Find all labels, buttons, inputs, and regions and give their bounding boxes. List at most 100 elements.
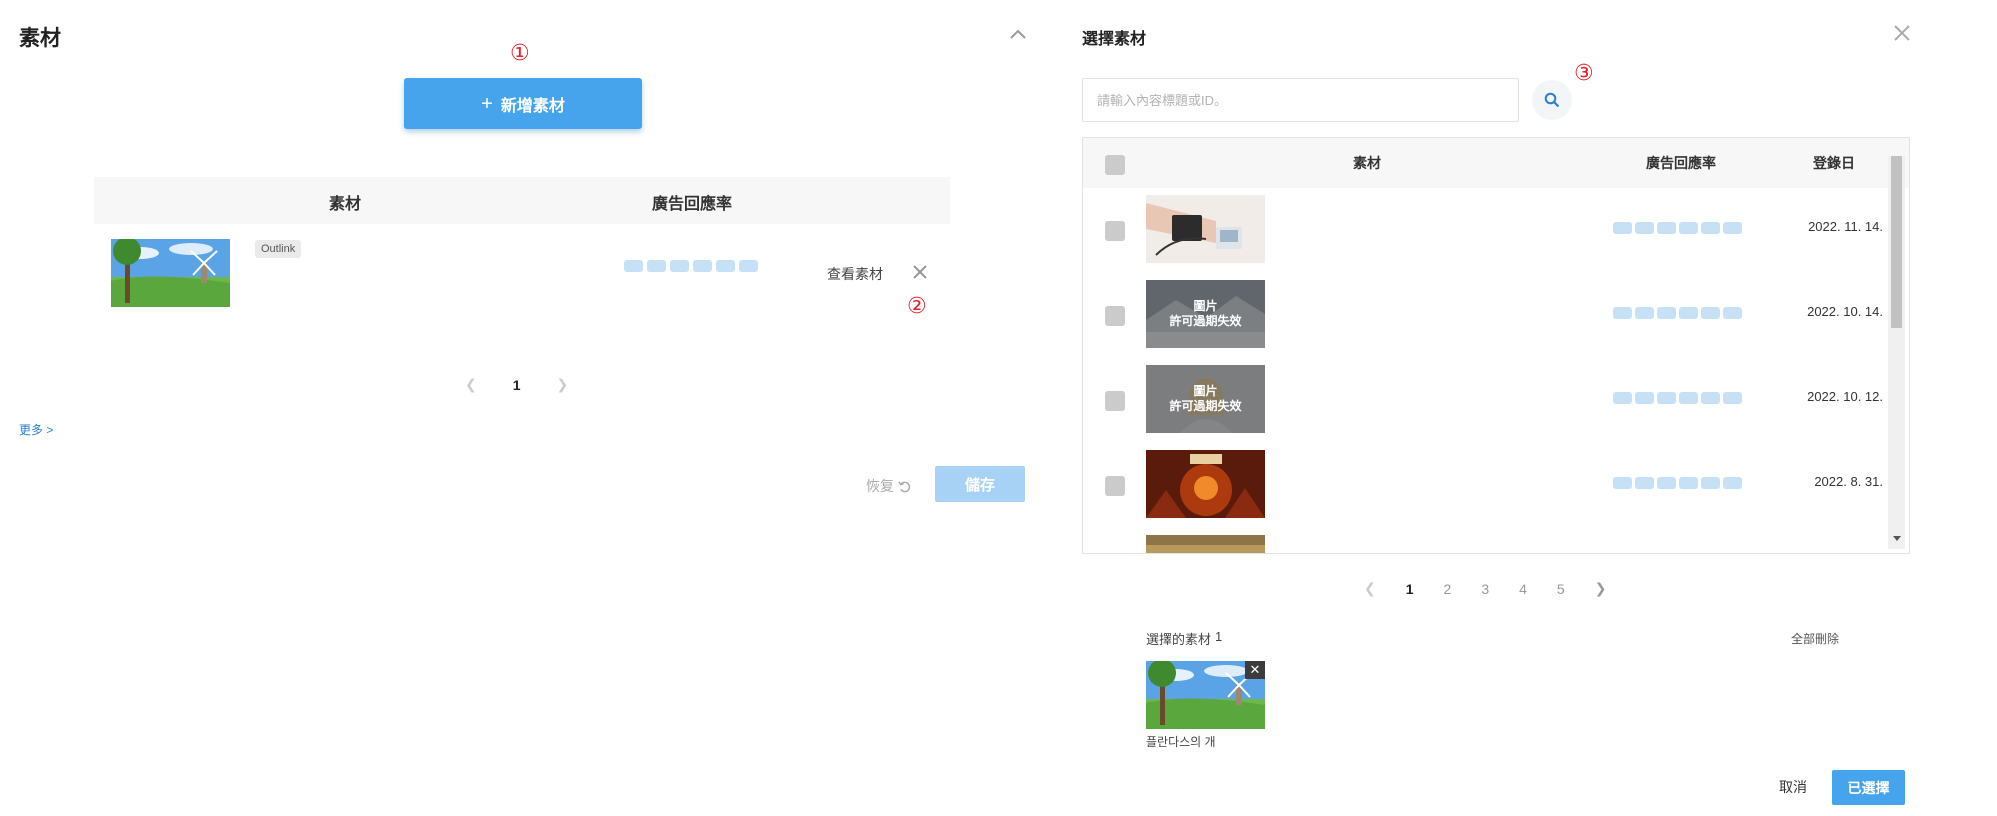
rate-bar [1723, 477, 1742, 489]
registration-date: 2022. 10. 12. [1807, 389, 1883, 404]
reset-label: 恢复 [866, 478, 894, 494]
rate-bar [1679, 307, 1698, 319]
rate-bar [693, 260, 712, 272]
annotation-marker-3: ③ [1574, 61, 1594, 86]
rate-bar [1701, 222, 1720, 234]
license-expired-overlay: 圖片 許可過期失效 [1146, 365, 1265, 433]
page-number-2[interactable]: 2 [1444, 581, 1452, 597]
column-header-registration-date: 登錄日 [1813, 155, 1855, 171]
scroll-down-arrow-icon[interactable] [1893, 536, 1901, 541]
page-number-4[interactable]: 4 [1519, 581, 1527, 597]
rate-bar [1723, 307, 1742, 319]
selection-table-header: 素材 廣告回應率 登錄日 [1083, 138, 1909, 188]
collapse-section-button[interactable] [1004, 20, 1032, 48]
cancel-button[interactable]: 取消 [1779, 777, 1807, 797]
column-header-material: 素材 [329, 196, 362, 213]
close-icon [913, 265, 927, 279]
chevron-right-icon[interactable]: ❯ [557, 376, 569, 393]
overlay-line-2: 許可過期失效 [1169, 314, 1242, 328]
response-rate-placeholder [624, 260, 758, 272]
save-button[interactable]: 儲存 [935, 466, 1025, 502]
chevron-left-icon[interactable]: ❮ [1364, 580, 1376, 597]
registration-date: 2022. 8. 31. [1814, 474, 1883, 489]
page-number-3[interactable]: 3 [1481, 581, 1489, 597]
reset-button[interactable]: 恢复 [866, 476, 911, 496]
material-thumbnail [1146, 450, 1265, 518]
rate-bar [1701, 477, 1720, 489]
plus-icon: + [481, 92, 493, 115]
page-number-1[interactable]: 1 [1406, 581, 1414, 597]
rate-bar [1613, 222, 1632, 234]
confirm-selection-button[interactable]: 已選擇 [1832, 770, 1905, 805]
left-pagination: ❮ 1 ❯ [465, 376, 568, 393]
page-number-current[interactable]: 1 [513, 377, 521, 393]
table-row[interactable]: 圖片 許可過期失效 2022. 10. 14. [1083, 273, 1889, 358]
blood-pressure-monitor-image [1146, 195, 1265, 263]
selected-label-text: 選擇的素材 [1146, 632, 1212, 647]
remove-selected-close-icon[interactable]: ✕ [1245, 661, 1265, 679]
rate-bar [1723, 392, 1742, 404]
row-checkbox[interactable] [1105, 221, 1125, 241]
annotation-marker-2: ② [907, 294, 927, 319]
registration-date: 2022. 10. 14. [1807, 304, 1883, 319]
chevron-up-icon [1010, 29, 1026, 39]
column-header-response-rate: 廣告回應率 [652, 196, 733, 213]
row-checkbox[interactable] [1105, 391, 1125, 411]
table-scrollbar[interactable] [1888, 156, 1905, 549]
material-thumbnail [111, 239, 230, 307]
response-rate-placeholder [1613, 392, 1742, 404]
close-icon [1894, 25, 1910, 41]
scrollbar-thumb[interactable] [1891, 156, 1902, 328]
response-rate-placeholder [1613, 222, 1742, 234]
selected-count: 1 [1215, 629, 1223, 644]
search-button[interactable] [1532, 80, 1572, 120]
view-material-button[interactable]: 查看素材 [827, 264, 883, 284]
selected-materials-label: 選擇的素材 1 [1146, 629, 1222, 648]
search-input[interactable] [1082, 78, 1519, 122]
more-link[interactable]: 更多 > [19, 421, 53, 438]
row-checkbox[interactable] [1105, 476, 1125, 496]
license-expired-overlay: 圖片 許可過期失效 [1146, 280, 1265, 348]
table-row[interactable]: 2022. 11. 14. [1083, 188, 1889, 273]
column-header-response-rate: 廣告回應率 [1646, 155, 1716, 171]
windmill-landscape-image [111, 239, 230, 307]
right-pagination: ❮ 1 2 3 4 5 ❯ [1364, 580, 1606, 597]
annotation-marker-1: ① [510, 41, 530, 66]
rate-bar [1723, 222, 1742, 234]
search-icon [1544, 92, 1560, 108]
response-rate-placeholder [1613, 307, 1742, 319]
chevron-right-icon[interactable]: ❯ [1595, 580, 1607, 597]
remove-material-button[interactable] [910, 262, 930, 282]
delete-all-button[interactable]: 全部刪除 [1791, 630, 1839, 647]
material-thumbnail: 圖片 許可過期失效 [1146, 280, 1265, 348]
table-row[interactable]: 2022. 8. 31. [1083, 443, 1889, 528]
select-material-title: 選擇素材 [1082, 31, 1147, 48]
rate-bar [1701, 392, 1720, 404]
rate-bar [1635, 392, 1654, 404]
table-row[interactable] [1083, 528, 1889, 553]
chevron-left-icon[interactable]: ❮ [465, 376, 477, 393]
selected-material-name: 플란다스의 개 [1146, 735, 1216, 749]
rate-bar [1657, 392, 1676, 404]
rate-bar [1657, 477, 1676, 489]
partial-thumbnail-image [1146, 535, 1265, 553]
page-number-5[interactable]: 5 [1557, 581, 1565, 597]
overlay-line-1: 圖片 [1193, 384, 1218, 398]
overlay-line-1: 圖片 [1193, 299, 1218, 313]
select-all-checkbox[interactable] [1105, 155, 1125, 175]
outlink-badge: Outlink [255, 240, 302, 258]
material-thumbnail [1146, 535, 1265, 553]
rate-bar [1679, 477, 1698, 489]
rate-bar [1635, 307, 1654, 319]
add-material-label: 新增素材 [500, 97, 565, 115]
rate-bar [670, 260, 689, 272]
close-dialog-button[interactable] [1891, 22, 1913, 44]
overlay-line-2: 許可過期失效 [1169, 399, 1242, 413]
rate-bar [1657, 222, 1676, 234]
row-checkbox[interactable] [1105, 306, 1125, 326]
material-table-header [94, 177, 950, 224]
rate-bar [1635, 222, 1654, 234]
add-material-button[interactable]: + 新增素材 [404, 78, 642, 129]
undo-icon [898, 480, 911, 492]
table-row[interactable]: 圖片 許可過期失效 2022. 10. 12. [1083, 358, 1889, 443]
